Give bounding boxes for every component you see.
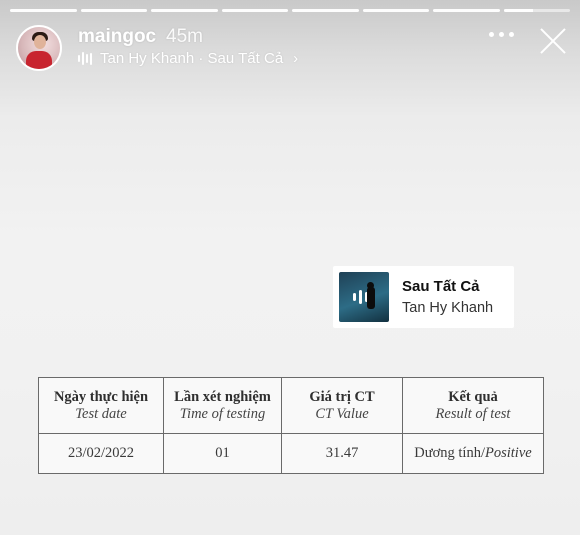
story-progress-bar [10,9,570,12]
sticker-artist: Tan Hy Khanh [402,300,494,316]
cell-result: Dương tính/Positive [402,433,544,474]
header-time-of-testing: Lần xét nghiệm Time of testing [163,377,282,434]
table-row: 23/02/2022 01 31.47 Dương tính/Positive [38,433,544,474]
table-header-row: Ngày thực hiện Test date Lần xét nghiệm … [38,377,544,434]
music-label: Tan Hy Khanh · Sau Tất Cả [100,50,284,67]
story-header: maingoc 45m Tan Hy Khanh · Sau Tất Cả › [16,22,568,72]
avatar[interactable] [16,25,62,71]
progress-segment [151,9,218,12]
sticker-song-title: Sau Tất Cả [402,278,480,295]
header-result: Kết quả Result of test [402,377,544,434]
progress-segment [292,9,359,12]
music-sticker[interactable]: Sau Tất Cả Tan Hy Khanh [333,266,514,328]
cell-time-of-testing: 01 [163,433,282,474]
chevron-right-icon: › [293,50,299,67]
close-icon[interactable] [538,26,568,56]
progress-segment [433,9,500,12]
cell-test-date: 23/02/2022 [38,433,164,474]
music-attribution[interactable]: Tan Hy Khanh · Sau Tất Cả › [78,50,298,67]
progress-segment [10,9,77,12]
header-test-date: Ngày thực hiện Test date [38,377,164,434]
test-result-table: Ngày thực hiện Test date Lần xét nghiệm … [38,377,544,474]
audio-bars-icon [78,52,92,66]
username[interactable]: maingoc [78,26,156,48]
header-ct-value: Giá trị CT CT Value [281,377,403,434]
cell-ct-value: 31.47 [281,433,403,474]
progress-segment [221,9,288,12]
progress-segment [503,9,570,12]
progress-segment [80,9,147,12]
more-options-icon[interactable] [489,32,514,37]
timestamp: 45m [166,26,203,47]
progress-segment [362,9,429,12]
album-art [339,272,389,322]
